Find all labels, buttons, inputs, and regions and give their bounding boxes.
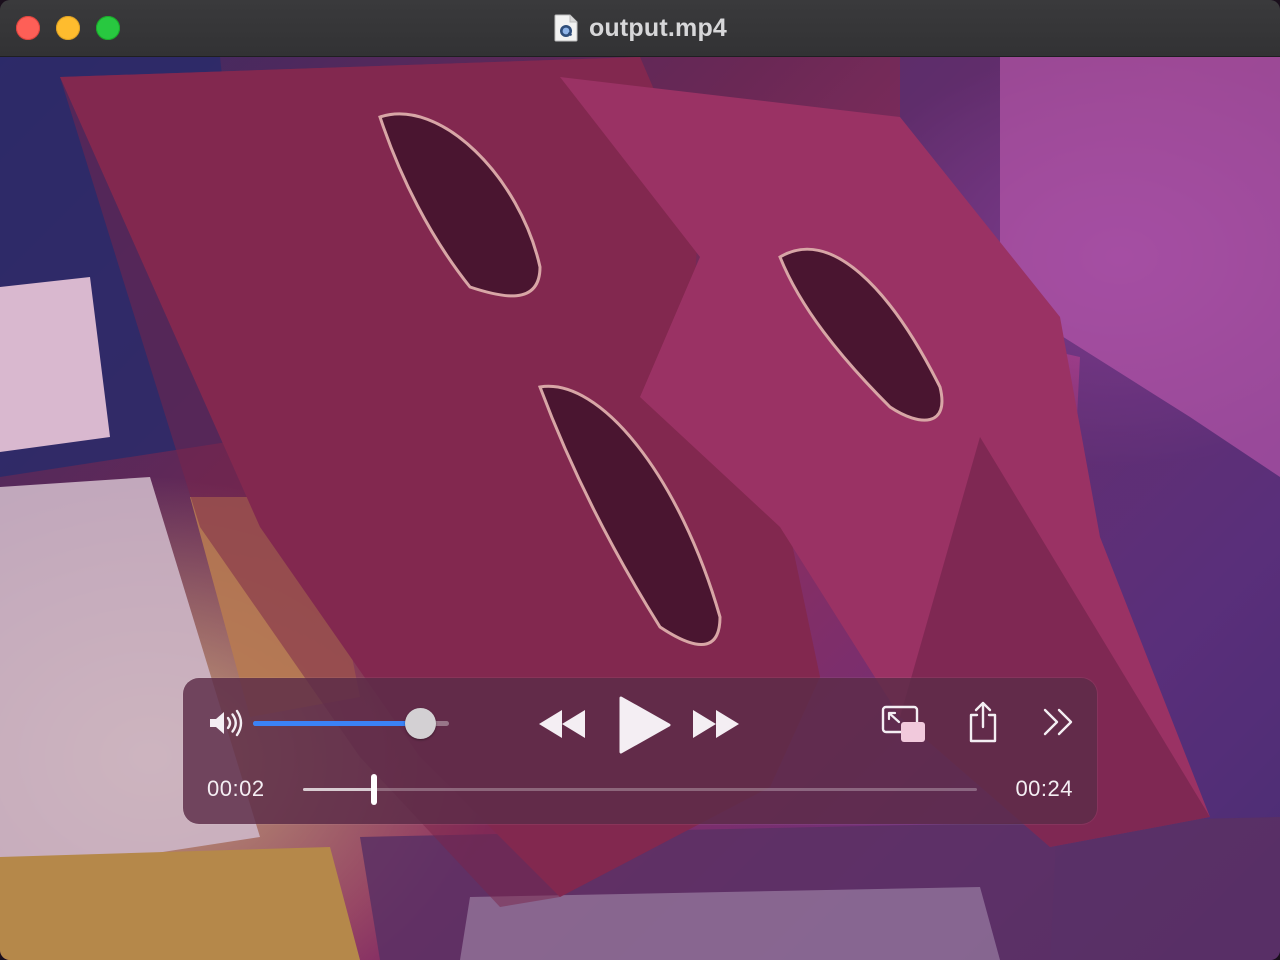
playback-controls-hud[interactable]: 00:02 00:24 — [183, 678, 1097, 824]
play-button[interactable] — [615, 696, 671, 754]
share-icon — [969, 701, 997, 743]
playhead[interactable] — [370, 774, 377, 805]
picture-in-picture-icon — [881, 705, 925, 742]
picture-in-picture-button[interactable] — [881, 704, 927, 744]
movie-document-icon[interactable] — [553, 14, 579, 42]
quicktime-window: output.mp4 00:02 00:24 — [0, 0, 1280, 960]
volume-slider[interactable] — [253, 708, 449, 739]
timeline-track — [303, 788, 977, 791]
chevron-double-right-icon — [1043, 708, 1073, 736]
fast-forward-button[interactable] — [691, 708, 741, 740]
rewind-icon — [539, 710, 585, 738]
video-frame[interactable] — [0, 57, 1280, 960]
more-controls-button[interactable] — [1041, 706, 1075, 738]
share-button[interactable] — [967, 700, 999, 744]
window-title-group: output.mp4 — [0, 0, 1280, 56]
rewind-button[interactable] — [537, 708, 587, 740]
speaker-volume-icon[interactable] — [207, 708, 245, 738]
total-duration: 00:24 — [1015, 776, 1073, 801]
title-bar[interactable]: output.mp4 — [0, 0, 1280, 57]
window-title: output.mp4 — [588, 13, 728, 42]
volume-knob[interactable] — [404, 708, 436, 739]
play-icon — [619, 696, 671, 754]
video-scene — [0, 57, 1280, 960]
fast-forward-icon — [693, 710, 739, 738]
timeline-played — [303, 788, 374, 791]
volume-fill — [253, 721, 421, 726]
current-time: 00:02 — [207, 776, 265, 801]
timeline-scrubber[interactable] — [303, 774, 977, 805]
